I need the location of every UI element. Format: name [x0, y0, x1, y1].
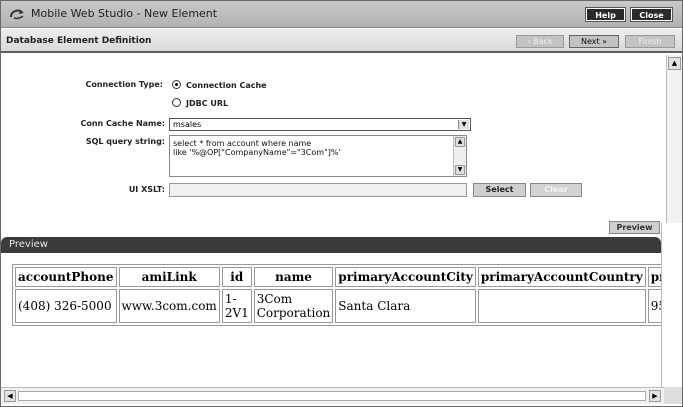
ui-xslt-label: UI XSLT: — [128, 185, 165, 194]
scroll-left-icon[interactable]: ◀ — [4, 390, 16, 402]
table-header-row: accountPhone amiLink id name primaryAcco… — [15, 267, 661, 287]
scroll-up-icon[interactable]: ▲ — [455, 137, 465, 147]
radio-jdbc-url[interactable] — [172, 98, 181, 107]
conn-cache-name-value: msales — [173, 120, 202, 129]
app-logo-icon — [10, 9, 24, 20]
connection-type-label: Connection Type: — [85, 80, 163, 89]
clear-button[interactable]: Clear — [530, 183, 582, 197]
sql-query-textarea[interactable]: select * from account where name like '%… — [169, 135, 467, 177]
table-cell: 95052 — [647, 289, 661, 323]
form-scrollbar[interactable]: ▲ — [666, 55, 682, 223]
preview-scrollbar-track — [661, 223, 682, 387]
table-cell: 3Com Corporation — [253, 289, 334, 323]
window-title: Mobile Web Studio - New Element — [31, 7, 218, 20]
column-header: amiLink — [118, 267, 220, 287]
sql-line-2: like '%@OP["CompanyName"="3Com"]%' — [173, 148, 341, 157]
column-header: primaryA — [647, 267, 661, 287]
table-cell: www.3com.com — [118, 289, 220, 323]
table-cell: (408) 326-5000 — [15, 289, 117, 323]
next-button[interactable]: Next » — [569, 35, 619, 48]
close-button[interactable]: Close — [630, 7, 673, 22]
horizontal-scrollbar[interactable]: ◀ ▶ — [1, 387, 682, 404]
conn-cache-name-label: Conn Cache Name: — [80, 119, 165, 128]
radio-jdbc-url-label: JDBC URL — [186, 99, 229, 108]
preview-title: Preview — [9, 239, 48, 250]
scroll-up-icon[interactable]: ▲ — [668, 57, 681, 70]
sql-line-1: select * from account where name — [173, 139, 312, 148]
scroll-corner — [664, 387, 682, 404]
preview-header: Preview — [1, 237, 661, 253]
column-header: id — [221, 267, 252, 287]
title-bar: Mobile Web Studio - New Element Help Clo… — [1, 1, 682, 28]
results-table: accountPhone amiLink id name primaryAcco… — [12, 264, 661, 326]
select-button[interactable]: Select — [473, 183, 526, 197]
section-header: Database Element Definition ‹ Back Next … — [1, 29, 682, 53]
sql-query-label: SQL query string: — [85, 137, 165, 146]
column-header: primaryAccountCountry — [477, 267, 646, 287]
scroll-thumb[interactable] — [18, 391, 646, 401]
help-button[interactable]: Help — [585, 7, 626, 22]
table-cell: Santa Clara — [335, 289, 476, 323]
ui-xslt-input[interactable] — [169, 183, 467, 197]
scroll-right-icon[interactable]: ▶ — [649, 390, 661, 402]
preview-body: accountPhone amiLink id name primaryAcco… — [1, 253, 661, 386]
section-title: Database Element Definition — [6, 36, 152, 46]
table-cell: 1-2V1 — [221, 289, 252, 323]
textarea-scrollbar[interactable]: ▲ ▼ — [453, 136, 466, 176]
chevron-down-icon[interactable]: ▼ — [458, 120, 469, 129]
column-header: primaryAccountCity — [335, 267, 476, 287]
preview-button[interactable]: Preview — [609, 221, 660, 234]
finish-button[interactable]: Finish — [625, 35, 675, 48]
table-row: (408) 326-5000 www.3com.com 1-2V1 3Com C… — [15, 289, 661, 323]
scroll-down-icon[interactable]: ▼ — [455, 165, 465, 175]
app-window: Mobile Web Studio - New Element Help Clo… — [0, 0, 683, 407]
conn-cache-name-select[interactable]: msales ▼ — [169, 118, 471, 131]
column-header: accountPhone — [15, 267, 117, 287]
radio-connection-cache[interactable] — [172, 80, 181, 89]
radio-connection-cache-label: Connection Cache — [186, 81, 267, 90]
form-area: Connection Type: Connection Cache JDBC U… — [1, 55, 666, 220]
back-button[interactable]: ‹ Back — [516, 35, 564, 48]
table-cell — [477, 289, 646, 323]
column-header: name — [253, 267, 334, 287]
